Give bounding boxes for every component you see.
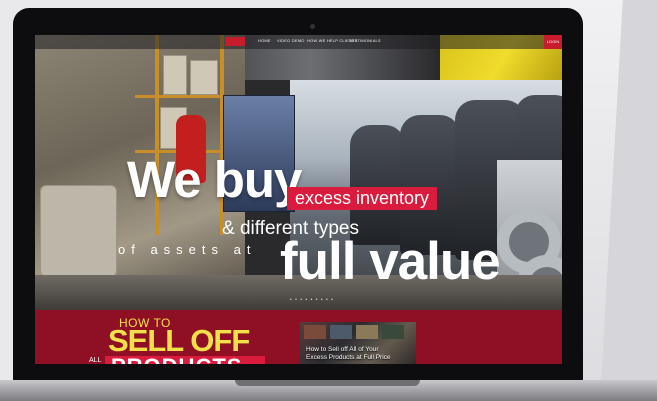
hero-highlight: excess inventory <box>287 187 438 210</box>
promo-products: PRODUCTS <box>111 356 242 364</box>
nav-home[interactable]: HOME <box>258 38 271 43</box>
thumb-tile <box>356 325 378 339</box>
nav-testimonials[interactable]: TESTIMONIALS <box>349 38 381 43</box>
video-thumbnail[interactable]: How to Sell off All of Your Excess Produc… <box>300 322 416 364</box>
thumb-tile <box>304 325 326 339</box>
hero-assets-line: of assets at <box>118 242 257 257</box>
hero-headline-we-buy: We buy <box>127 151 302 208</box>
login-button[interactable]: LOGIN <box>544 35 562 49</box>
website-screen: HOME VIDEO DEMO HOW WE HELP CLIENTS TEST… <box>35 35 562 364</box>
thumb-tile <box>330 325 352 339</box>
webcam-icon <box>310 24 315 29</box>
carousel-pager[interactable]: • • • • • • • • • <box>290 297 334 303</box>
promo-products-banner: PRODUCTS <box>105 356 265 364</box>
laptop-notch <box>235 380 420 386</box>
background-shade <box>600 0 657 401</box>
crate <box>190 60 218 95</box>
crate <box>163 55 187 95</box>
video-title: How to Sell off All of Your Excess Produc… <box>306 346 391 362</box>
brand-logo[interactable] <box>225 37 245 46</box>
promo-sell-off: SELL OFF <box>108 323 250 358</box>
promo-all: ALL <box>89 357 102 364</box>
nav-video-demo[interactable]: VIDEO DEMO <box>277 38 305 43</box>
laptop-base <box>0 380 657 401</box>
video-title-line-1: How to Sell off All of Your <box>306 346 379 353</box>
thumb-tile <box>382 325 404 339</box>
top-nav: HOME VIDEO DEMO HOW WE HELP CLIENTS TEST… <box>35 35 562 49</box>
hero-full-value: full value <box>280 232 501 291</box>
coil-stack <box>40 185 117 277</box>
video-title-line-2: Excess Products at Full Price <box>306 353 391 361</box>
